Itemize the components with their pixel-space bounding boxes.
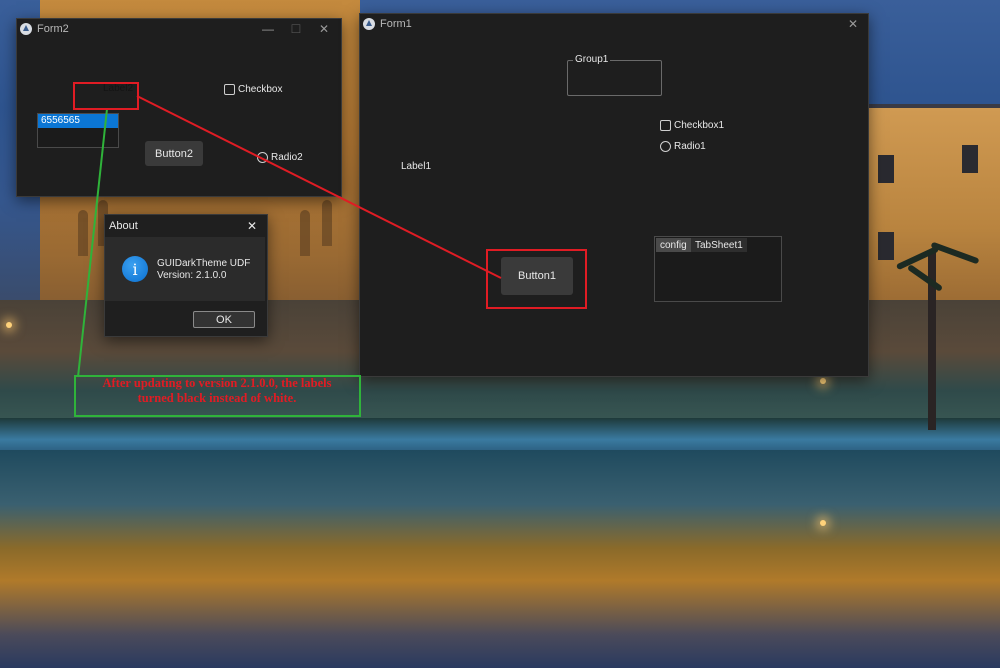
tab-config[interactable]: config (656, 238, 691, 252)
app-icon (20, 23, 32, 35)
maximize-icon[interactable]: ☐ (283, 19, 309, 39)
about-title: About (109, 220, 138, 232)
form2-window: Form2 — ☐ ✕ Label2 Checkbox 6556565 Butt… (16, 18, 342, 197)
radio1-label: Radio1 (674, 141, 706, 152)
checkbox-label: Checkbox (238, 84, 283, 95)
radio-button[interactable] (257, 152, 268, 163)
form2-title: Form2 (37, 23, 69, 35)
note-line-1: After updating to version 2.1.0.0, the l… (102, 376, 332, 390)
form1-titlebar[interactable]: Form1 ✕ (360, 14, 868, 34)
building-right (868, 108, 1000, 308)
about-dialog: About ✕ i GUIDarkTheme UDF Version: 2.1.… (104, 214, 268, 337)
label1: Label1 (401, 161, 432, 172)
group1-title: Group1 (573, 54, 611, 65)
radio1[interactable]: Radio1 (660, 141, 706, 152)
tab-control: config TabSheet1 (654, 236, 782, 302)
annotation-note: After updating to version 2.1.0.0, the l… (76, 376, 358, 413)
list-item[interactable]: 6556565 (38, 114, 118, 128)
checkbox1[interactable]: Checkbox1 (660, 120, 724, 131)
minimize-icon[interactable]: — (255, 19, 281, 39)
checkbox1-label: Checkbox1 (674, 120, 725, 131)
app-icon (363, 18, 375, 30)
close-icon[interactable]: ✕ (311, 19, 337, 39)
tab-tabsheet1[interactable]: TabSheet1 (691, 238, 747, 252)
form1-window: Form1 ✕ Group1 Checkbox1 Radio1 Label1 B… (359, 13, 869, 377)
checkbox-box[interactable] (224, 84, 235, 95)
form2-titlebar[interactable]: Form2 — ☐ ✕ (17, 19, 341, 39)
checkbox-box[interactable] (660, 120, 671, 131)
close-icon[interactable]: ✕ (840, 14, 866, 34)
note-line-2: turned black instead of white. (137, 391, 297, 405)
ok-button[interactable]: OK (193, 311, 255, 328)
about-product: GUIDarkTheme UDF (157, 258, 251, 269)
group1: Group1 (567, 54, 662, 96)
radio-button[interactable] (660, 141, 671, 152)
form1-title: Form1 (380, 18, 412, 30)
button1-highlight-box (486, 249, 587, 309)
water-reflection (0, 450, 1000, 668)
about-version: Version: 2.1.0.0 (157, 270, 227, 281)
palm-tree (928, 250, 936, 430)
checkbox[interactable]: Checkbox (224, 84, 282, 95)
info-icon: i (122, 256, 148, 282)
about-titlebar[interactable]: About ✕ (105, 215, 267, 237)
radio2[interactable]: Radio2 (257, 152, 303, 163)
close-icon[interactable]: ✕ (239, 215, 265, 237)
label2-highlight-box (73, 82, 139, 110)
listbox[interactable]: 6556565 (37, 113, 119, 148)
button2[interactable]: Button2 (145, 141, 203, 166)
radio2-label: Radio2 (271, 152, 303, 163)
